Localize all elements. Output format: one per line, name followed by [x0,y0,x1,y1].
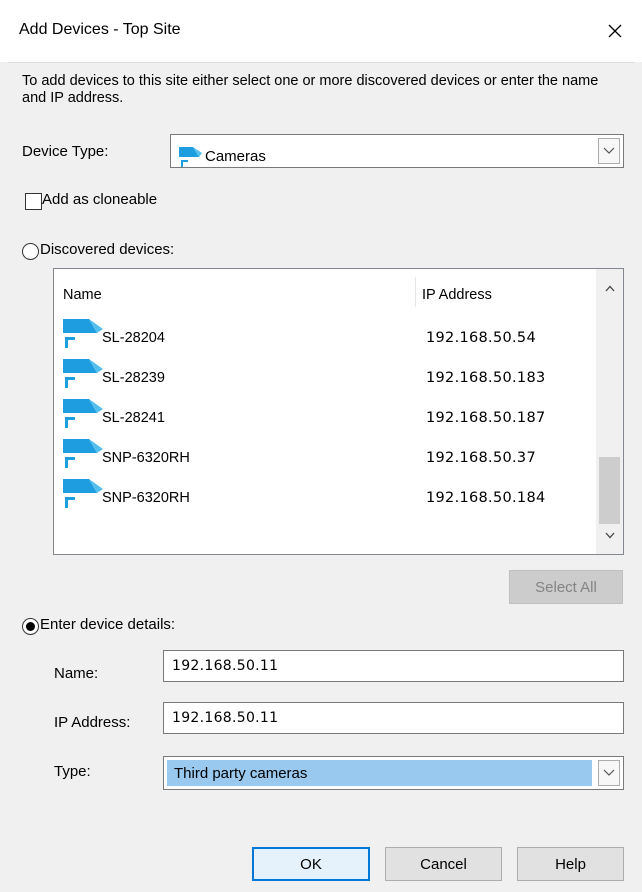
type-dropdown-button[interactable] [598,760,620,786]
divider [8,62,634,63]
window-title: Add Devices - Top Site [19,21,181,38]
cloneable-checkbox[interactable] [25,193,42,210]
camera-icon [63,399,103,428]
device-name: SL-28239 [102,370,165,386]
intro-text: To add devices to this site either selec… [22,73,599,106]
scroll-up-button[interactable] [596,273,623,303]
device-type-value: Cameras [179,143,266,169]
title-bar: Add Devices - Top Site [0,0,642,62]
camera-icon [179,147,202,167]
column-header-name[interactable]: Name [63,287,102,303]
ok-button[interactable]: OK [252,847,370,881]
device-ip: 192.168.50.183 [426,370,546,386]
type-value: Third party cameras [174,765,308,782]
device-name: SL-28241 [102,410,165,426]
device-type-dropdown-button[interactable] [598,138,620,164]
type-label: Type: [54,763,91,780]
scroll-down-button[interactable] [596,520,623,550]
cloneable-label: Add as cloneable [42,191,158,208]
ip-input-box[interactable] [163,702,624,734]
name-input-box[interactable] [163,650,624,682]
column-divider [415,277,416,307]
chevron-down-icon [603,769,615,776]
scroll-thumb[interactable] [599,457,620,524]
discovered-devices-label: Discovered devices: [40,241,175,258]
chevron-up-icon [605,285,614,291]
discovered-devices-list[interactable]: Name IP Address SL-28204 192.168.50.54 S… [53,268,624,555]
chevron-down-icon [603,147,615,154]
type-combo[interactable]: Third party cameras [163,756,624,790]
device-row[interactable]: SNP-6320RH 192.168.50.184 [54,477,595,517]
device-ip: 192.168.50.37 [426,450,536,466]
device-row[interactable]: SL-28204 192.168.50.54 [54,317,595,357]
device-ip: 192.168.50.54 [426,330,536,346]
type-selected: Third party cameras [167,760,592,786]
chevron-down-icon [605,532,614,538]
camera-icon [63,319,103,348]
close-icon [608,24,622,38]
device-name: SNP-6320RH [102,490,190,506]
device-row[interactable]: SL-28241 192.168.50.187 [54,397,595,437]
name-input[interactable] [164,651,623,681]
device-type-text: Cameras [205,147,266,165]
device-type-label: Device Type: [22,143,109,160]
vertical-scrollbar[interactable] [596,269,623,554]
cancel-button[interactable]: Cancel [385,847,502,881]
help-button[interactable]: Help [517,847,624,881]
device-name: SL-28204 [102,330,165,346]
ip-address-label: IP Address: [54,714,131,731]
enter-details-label: Enter device details: [40,616,176,633]
camera-icon [63,479,103,508]
select-all-button[interactable]: Select All [509,570,623,604]
device-row[interactable]: SL-28239 192.168.50.183 [54,357,595,397]
camera-icon [63,439,103,468]
enter-details-radio[interactable] [22,618,39,635]
device-name: SNP-6320RH [102,450,190,466]
device-row[interactable]: SNP-6320RH 192.168.50.37 [54,437,595,477]
device-type-combo[interactable]: Cameras [170,134,624,168]
column-header-ip[interactable]: IP Address [422,287,492,303]
device-ip: 192.168.50.184 [426,490,546,506]
name-label: Name: [54,665,99,682]
device-ip: 192.168.50.187 [426,410,546,426]
close-button[interactable] [598,14,632,48]
discovered-devices-radio[interactable] [22,243,39,260]
camera-icon [63,359,103,388]
ip-address-input[interactable] [164,703,623,733]
